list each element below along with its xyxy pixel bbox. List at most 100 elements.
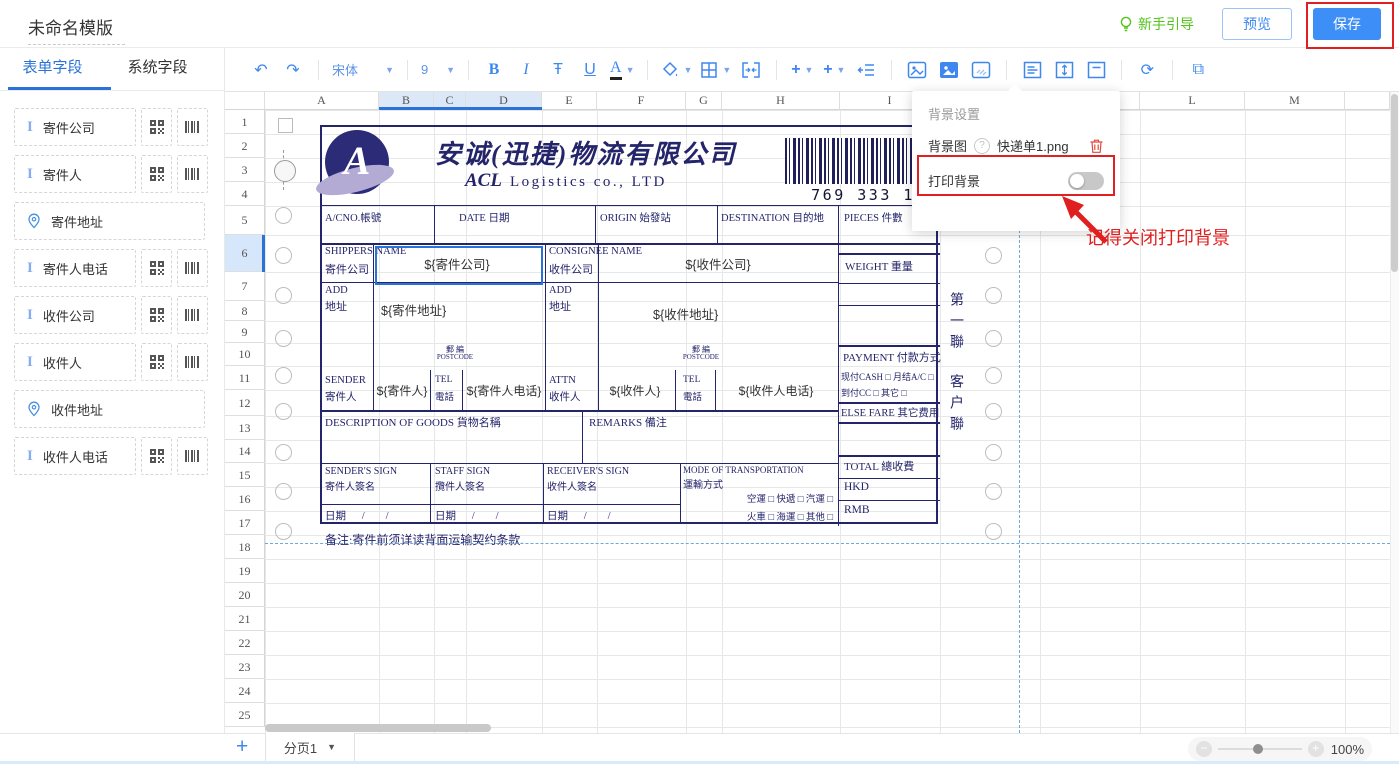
undo-button[interactable]: ↶ xyxy=(249,56,273,84)
placeholder-consignee-company: ${收件公司} xyxy=(605,254,831,273)
copy-sheet-button[interactable]: ⧉ xyxy=(1186,56,1210,84)
bold-button[interactable]: B xyxy=(482,56,506,84)
save-button[interactable]: 保存 xyxy=(1313,8,1381,40)
label-terms-note: 备注:寄件前须详读背面运输契约条款. xyxy=(325,531,523,548)
toolbar-divider xyxy=(891,60,892,80)
print-background-toggle[interactable] xyxy=(1068,172,1104,190)
cell-pieces: PIECES 件數 xyxy=(844,210,903,225)
background-corner-marker[interactable] xyxy=(278,118,293,133)
background-anchor-handle[interactable] xyxy=(274,160,296,182)
delete-background-icon[interactable] xyxy=(1089,138,1104,154)
redo-button[interactable]: ↷ xyxy=(281,56,305,84)
add-sheet-button[interactable]: + xyxy=(236,735,248,759)
preview-button[interactable]: 预览 xyxy=(1222,8,1292,40)
zoom-in-button[interactable]: + xyxy=(1308,741,1324,757)
label-payment-cc: 到付CC □ 其它 □ xyxy=(841,386,907,399)
tab-label: 系统字段 xyxy=(127,59,187,76)
barcode-button-sender-company[interactable] xyxy=(177,108,208,146)
beginner-guide-link[interactable]: 新手引导 xyxy=(1119,14,1194,34)
qrcode-button-receiver-phone[interactable] xyxy=(141,437,172,475)
label-tel-cn: 電話 xyxy=(683,389,702,403)
background-image-button[interactable] xyxy=(937,56,961,84)
barcode-button-receiver-company[interactable] xyxy=(177,296,208,334)
delete-row-column-button[interactable] xyxy=(854,56,878,84)
zoom-slider[interactable] xyxy=(1218,748,1302,750)
label-mode-cn: 運輸方式 xyxy=(683,476,723,491)
label-tel-en: TEL xyxy=(435,375,452,385)
barcode-button-receiver-phone[interactable] xyxy=(177,437,208,475)
placeholder-attn: ${收件人} xyxy=(597,382,673,399)
align-settings-button[interactable] xyxy=(1020,56,1044,84)
field-label: 收件人 xyxy=(43,353,82,372)
selected-cell-outline[interactable] xyxy=(375,246,543,285)
barcode-button-sender-name[interactable] xyxy=(177,155,208,193)
zoom-slider-handle[interactable] xyxy=(1253,744,1263,754)
borders-button[interactable]: ▼ xyxy=(700,56,731,84)
caret-down-icon: ▼ xyxy=(385,65,394,75)
image-icon xyxy=(907,61,927,79)
insert-image-button[interactable] xyxy=(905,56,929,84)
field-item-receiver-address[interactable]: 收件地址 xyxy=(14,390,205,428)
merge-cells-button[interactable] xyxy=(739,56,763,84)
insert-column-button[interactable]: +▼ xyxy=(822,56,846,84)
label-add-cn: 地址 xyxy=(549,298,571,314)
field-item-receiver-name[interactable]: I收件人 xyxy=(14,343,136,381)
vertical-scrollbar[interactable] xyxy=(1390,92,1399,733)
barcode-button-sender-phone[interactable] xyxy=(177,249,208,287)
refresh-button[interactable]: ⟳ xyxy=(1135,56,1159,84)
field-item-sender-address[interactable]: 寄件地址 xyxy=(14,202,205,240)
delete-lines-icon xyxy=(857,62,876,78)
qrcode-button-receiver-company[interactable] xyxy=(141,296,172,334)
toolbar-divider xyxy=(776,60,777,80)
fill-color-button[interactable]: ▼ xyxy=(661,56,692,84)
horizontal-scrollbar-thumb[interactable] xyxy=(265,724,491,732)
strikethrough-button[interactable]: Ŧ xyxy=(546,56,570,84)
field-label: 收件地址 xyxy=(51,400,103,419)
selected-row-bar xyxy=(262,235,265,272)
help-icon[interactable]: ? xyxy=(974,138,990,154)
caret-down-icon: ▼ xyxy=(837,65,846,75)
label-shippers-cn: 寄件公司 xyxy=(325,261,369,277)
qrcode-button-sender-name[interactable] xyxy=(141,155,172,193)
zoom-out-button[interactable]: − xyxy=(1196,741,1212,757)
field-item-sender-company[interactable]: I寄件公司 xyxy=(14,108,136,146)
label-date-line-2: 日期 / / xyxy=(435,508,499,523)
waybill-line xyxy=(595,205,596,243)
qrcode-button-sender-phone[interactable] xyxy=(141,249,172,287)
barcode-button-receiver-name[interactable] xyxy=(177,343,208,381)
field-item-receiver-company[interactable]: I收件公司 xyxy=(14,296,136,334)
font-color-button[interactable]: A▼ xyxy=(610,56,634,84)
field-item-sender-name[interactable]: I寄件人 xyxy=(14,155,136,193)
font-size-select[interactable]: 9▼ xyxy=(421,56,455,84)
label-sender-en: SENDER xyxy=(325,375,366,386)
placeholder-sender: ${寄件人} xyxy=(373,382,431,399)
underline-button[interactable]: U xyxy=(578,56,602,84)
italic-button[interactable]: I xyxy=(514,56,538,84)
template-title[interactable]: 未命名模版 xyxy=(28,14,125,45)
row-height-button[interactable] xyxy=(1052,56,1076,84)
qrcode-button-receiver-name[interactable] xyxy=(141,343,172,381)
sheet-tab[interactable]: 分页1 ▼ xyxy=(265,733,355,761)
tab-form-fields[interactable]: 表单字段 xyxy=(0,48,105,90)
spreadsheet-canvas[interactable]: A 安诚(迅捷)物流有限公司 ACLLogistics co., LTD 769… xyxy=(225,92,1390,733)
qrcode-button-sender-company[interactable] xyxy=(141,108,172,146)
insert-row-button[interactable]: +▼ xyxy=(790,56,814,84)
waybill-line xyxy=(434,205,435,243)
field-row: I寄件人 xyxy=(14,155,224,193)
cell-date: DATE 日期 xyxy=(459,210,509,225)
field-row: I收件人电话 xyxy=(14,437,224,475)
label-consignee-cn: 收件公司 xyxy=(549,261,593,277)
column-width-button[interactable] xyxy=(1084,56,1108,84)
watermark-button[interactable] xyxy=(969,56,993,84)
label-mode-en: MODE OF TRANSPORTATION xyxy=(683,465,804,475)
label-add-en: ADD xyxy=(549,285,572,296)
field-item-sender-phone[interactable]: I寄件人电话 xyxy=(14,249,136,287)
field-row: I收件公司 xyxy=(14,296,224,334)
label-sender-cn: 寄件人 xyxy=(325,389,357,404)
field-item-receiver-phone[interactable]: I收件人电话 xyxy=(14,437,136,475)
qrcode-icon xyxy=(149,448,165,464)
font-family-select[interactable]: 宋体▼ xyxy=(332,56,394,84)
tab-system-fields[interactable]: 系统字段 xyxy=(105,48,210,90)
vertical-scrollbar-thumb[interactable] xyxy=(1391,94,1398,272)
field-label: 寄件地址 xyxy=(51,212,103,231)
